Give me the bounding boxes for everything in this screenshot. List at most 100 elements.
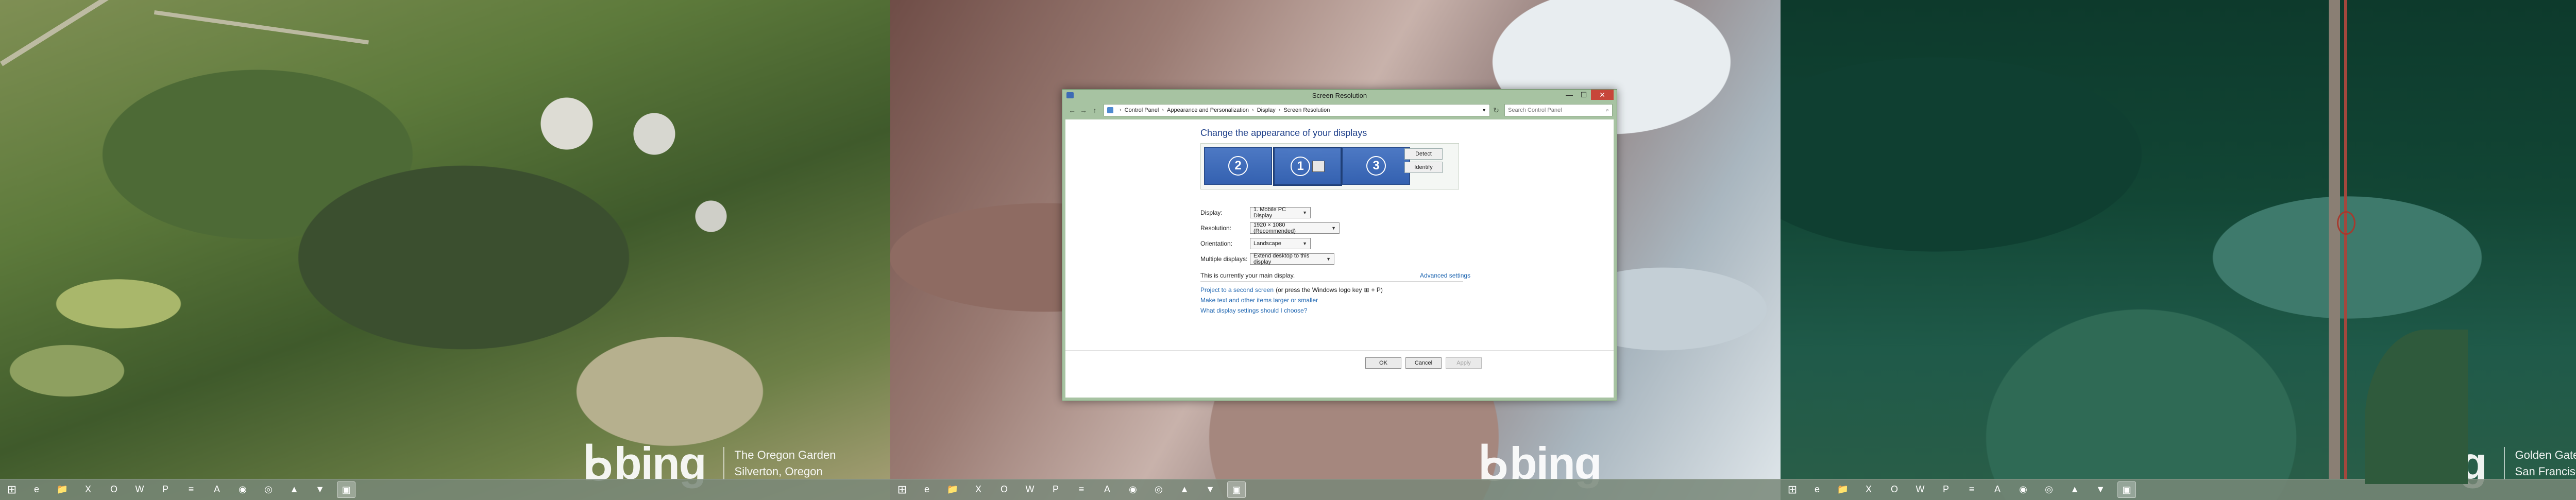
start-button[interactable]: ⊞ <box>890 479 914 500</box>
multiple-displays-dropdown[interactable]: Extend desktop to this display ▼ <box>1250 253 1334 265</box>
ie-icon[interactable]: e <box>28 481 45 497</box>
bridge-tower <box>2337 211 2355 235</box>
bridge-deck <box>2329 0 2340 479</box>
start-button[interactable]: ⊞ <box>1781 479 1804 500</box>
back-button[interactable]: ← <box>1066 105 1078 116</box>
acrobat-icon[interactable]: A <box>208 481 226 497</box>
outlook-icon[interactable]: O <box>995 481 1013 497</box>
excel-icon[interactable]: X <box>970 481 987 497</box>
folder-icon[interactable]: 📁 <box>54 481 71 497</box>
screen-resolution-window: Screen Resolution — ☐ ✕ ← → ↑ › Control … <box>1062 89 1617 401</box>
monitor-2[interactable]: 2 <box>1204 147 1272 185</box>
apply-button[interactable]: Apply <box>1446 357 1482 369</box>
minimize-button[interactable]: — <box>1562 90 1577 100</box>
back-arrow-icon: ← <box>1069 106 1076 114</box>
vlc-icon[interactable]: ▼ <box>311 481 329 497</box>
notepad-icon[interactable]: ≡ <box>1963 481 1980 497</box>
ie-icon[interactable]: e <box>1808 481 1826 497</box>
wallpaper-caption: Golden Gate Bridge San Francisco, Califo… <box>2503 446 2576 480</box>
excel-icon[interactable]: X <box>79 481 97 497</box>
folder-icon[interactable]: 📁 <box>944 481 961 497</box>
wallpaper-caption-line-1: Golden Gate Bridge <box>2515 448 2576 461</box>
text-size-link[interactable]: Make text and other items larger or smal… <box>1200 297 1318 304</box>
wallpaper-caption-line-2: Silverton, Oregon <box>734 464 823 478</box>
breadcrumb-separator-icon: › <box>1252 107 1254 113</box>
chrome-icon[interactable]: ◎ <box>260 481 277 497</box>
vlc-icon[interactable]: ▼ <box>1201 481 1219 497</box>
project-hint-key: + P) <box>1371 286 1383 294</box>
breadcrumb-control-panel[interactable]: Control Panel <box>1125 107 1159 113</box>
breadcrumb-screen-resolution[interactable]: Screen Resolution <box>1283 107 1330 113</box>
powerpoint-icon[interactable]: P <box>1047 481 1064 497</box>
outlook-icon[interactable]: O <box>1886 481 1903 497</box>
title-bar[interactable]: Screen Resolution — ☐ ✕ <box>1062 90 1617 102</box>
monitor-1[interactable]: 1 <box>1273 147 1342 186</box>
powerpoint-icon[interactable]: P <box>157 481 174 497</box>
monitor-number: 1 <box>1291 157 1310 176</box>
divider <box>1200 281 1463 282</box>
acrobat-icon[interactable]: A <box>1098 481 1116 497</box>
breadcrumb-display[interactable]: Display <box>1257 107 1276 113</box>
acrobat-icon[interactable]: A <box>1989 481 2006 497</box>
chrome-icon[interactable]: ◎ <box>2040 481 2058 497</box>
viber-icon[interactable]: ◉ <box>2014 481 2032 497</box>
forward-button[interactable]: → <box>1078 105 1089 116</box>
refresh-button[interactable]: ↻ <box>1490 106 1502 115</box>
cancel-button[interactable]: Cancel <box>1405 357 1442 369</box>
excel-icon[interactable]: X <box>1860 481 1877 497</box>
resolution-dropdown[interactable]: 1920 × 1080 (Recommended) ▼ <box>1250 222 1340 234</box>
word-icon[interactable]: W <box>1021 481 1039 497</box>
page-title: Change the appearance of your displays <box>1200 128 1367 138</box>
reader-icon[interactable]: ▲ <box>1176 481 1193 497</box>
advanced-settings-link[interactable]: Advanced settings <box>1420 272 1470 279</box>
notepad-icon[interactable]: ≡ <box>182 481 200 497</box>
vlc-icon[interactable]: ▼ <box>2092 481 2109 497</box>
ok-button[interactable]: OK <box>1365 357 1401 369</box>
divider <box>1065 350 1614 351</box>
breadcrumb-separator-icon: › <box>1278 107 1281 113</box>
dialog-content: Change the appearance of your displays 2… <box>1065 119 1614 398</box>
search-input[interactable]: Search Control Panel ⌕ <box>1504 104 1613 116</box>
word-icon[interactable]: W <box>131 481 148 497</box>
maximize-button[interactable]: ☐ <box>1577 90 1591 100</box>
display-icon[interactable]: ▣ <box>1227 481 1246 498</box>
up-button[interactable]: ↑ <box>1089 105 1100 116</box>
monitor-3[interactable]: 3 <box>1342 147 1410 185</box>
display-icon[interactable]: ▣ <box>337 481 355 498</box>
breadcrumb-appearance[interactable]: Appearance and Personalization <box>1167 107 1249 113</box>
identify-button[interactable]: Identify <box>1404 162 1443 173</box>
forward-arrow-icon: → <box>1080 106 1087 114</box>
chrome-icon[interactable]: ◎ <box>1150 481 1167 497</box>
windows-logo-icon: ⊞ <box>897 483 907 496</box>
close-icon: ✕ <box>1599 90 1605 99</box>
folder-icon[interactable]: 📁 <box>1834 481 1852 497</box>
search-icon: ⌕ <box>1605 107 1609 113</box>
chevron-down-icon: ▼ <box>1331 226 1336 231</box>
powerpoint-icon[interactable]: P <box>1937 481 1955 497</box>
taskbar-icons: e 📁 X O W P ≡ A ◉ ◎ ▲ ▼ ▣ <box>1804 481 2140 498</box>
display-dropdown[interactable]: 1. Mobile PC Display ▼ <box>1250 206 1311 219</box>
reader-icon[interactable]: ▲ <box>2066 481 2083 497</box>
project-second-screen-link[interactable]: Project to a second screen <box>1200 286 1274 294</box>
breadcrumb[interactable]: › Control Panel › Appearance and Persona… <box>1104 104 1490 116</box>
start-button[interactable]: ⊞ <box>0 479 24 500</box>
chevron-down-icon[interactable]: ▼ <box>1482 108 1486 113</box>
taskbar: ⊞ e 📁 X O W P ≡ A ◉ ◎ ▲ ▼ ▣ <box>0 479 890 500</box>
detect-button[interactable]: Detect <box>1404 148 1443 160</box>
display-settings-help-link[interactable]: What display settings should I choose? <box>1200 307 1307 314</box>
ie-icon[interactable]: e <box>918 481 936 497</box>
viber-icon[interactable]: ◉ <box>234 481 251 497</box>
wallpaper-caption: The Oregon Garden Silverton, Oregon <box>723 446 836 480</box>
word-icon[interactable]: W <box>1911 481 1929 497</box>
orientation-dropdown[interactable]: Landscape ▼ <box>1250 238 1311 249</box>
display-icon[interactable]: ▣ <box>2117 481 2136 498</box>
notepad-icon[interactable]: ≡ <box>1073 481 1090 497</box>
taskbar-icons: e 📁 X O W P ≡ A ◉ ◎ ▲ ▼ ▣ <box>24 481 360 498</box>
close-button[interactable]: ✕ <box>1591 90 1614 100</box>
reader-icon[interactable]: ▲ <box>285 481 303 497</box>
project-hint-text: (or press the Windows logo key <box>1276 286 1362 294</box>
control-panel-icon <box>1107 107 1113 113</box>
wallpaper-garden <box>0 0 890 500</box>
viber-icon[interactable]: ◉ <box>1124 481 1142 497</box>
outlook-icon[interactable]: O <box>105 481 123 497</box>
